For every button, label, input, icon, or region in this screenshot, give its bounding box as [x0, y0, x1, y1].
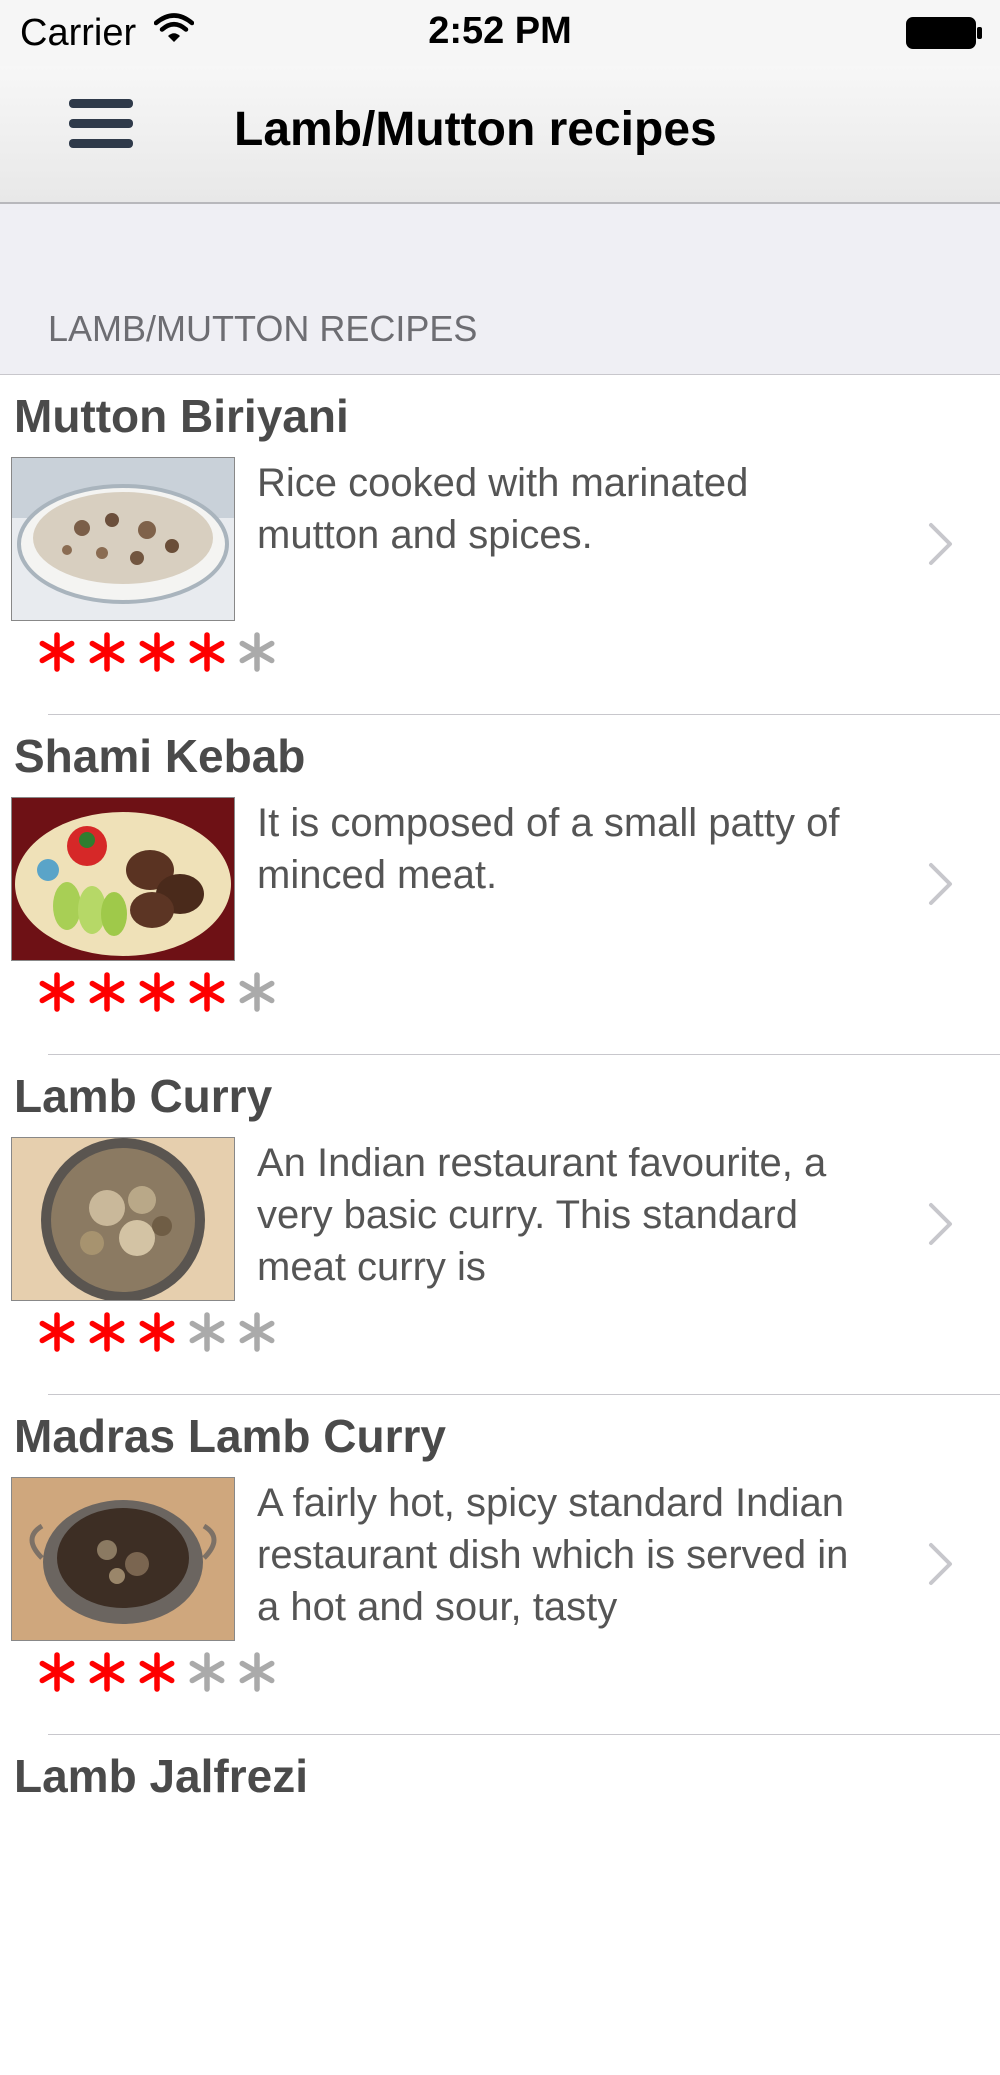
chevron-right-icon	[926, 1201, 956, 1252]
recipe-row-lamb-jalfrezi[interactable]: Lamb Jalfrezi	[0, 1735, 1000, 2075]
rating-star-filled-icon	[39, 972, 75, 1012]
menu-button[interactable]	[60, 92, 142, 160]
rating-star-filled-icon	[139, 972, 175, 1012]
hamburger-menu-icon	[67, 97, 135, 156]
recipe-description: Rice cooked with marinated mutton and sp…	[257, 461, 749, 557]
rating-star-filled-icon	[89, 1312, 125, 1352]
recipe-title: Lamb Curry	[14, 1070, 273, 1122]
rating-star-filled-icon	[89, 972, 125, 1012]
recipe-row-madras-lamb-curry[interactable]: Madras Lamb Curry A fairly hot, spicy st…	[0, 1395, 1000, 1735]
rating-star-filled-icon	[39, 1652, 75, 1692]
chevron-right-icon	[926, 1541, 956, 1592]
chevron-right-icon	[926, 521, 956, 572]
page-title: Lamb/Mutton recipes	[234, 103, 717, 156]
rating-star-filled-icon	[139, 632, 175, 672]
rating-star-empty-icon	[239, 1312, 275, 1352]
recipe-list: Mutton Biriyani Rice cooked with marinat…	[0, 375, 1000, 2075]
recipe-thumbnail	[11, 797, 235, 961]
clock: 2:52 PM	[428, 10, 572, 52]
rating-stars	[32, 967, 282, 1023]
rating-star-filled-icon	[189, 972, 225, 1012]
rating-star-empty-icon	[239, 1652, 275, 1692]
rating-star-filled-icon	[39, 1312, 75, 1352]
recipe-title: Lamb Jalfrezi	[14, 1750, 308, 1802]
recipe-row-shami-kebab[interactable]: Shami Kebab It is composed of a small pa…	[0, 715, 1000, 1055]
rating-star-filled-icon	[89, 1652, 125, 1692]
recipe-title: Shami Kebab	[14, 730, 306, 782]
recipe-thumbnail	[11, 1137, 235, 1301]
recipe-description: A fairly hot, spicy standard Indian rest…	[257, 1481, 849, 1629]
rating-star-empty-icon	[239, 632, 275, 672]
rating-star-filled-icon	[39, 632, 75, 672]
chevron-right-icon	[926, 861, 956, 912]
rating-star-empty-icon	[189, 1312, 225, 1352]
section-title: LAMB/MUTTON RECIPES	[48, 308, 478, 349]
recipe-description: An Indian restaurant favourite, a very b…	[257, 1141, 827, 1289]
rating-star-empty-icon	[189, 1652, 225, 1692]
recipe-row-mutton-biriyani[interactable]: Mutton Biriyani Rice cooked with marinat…	[0, 375, 1000, 715]
recipe-row-lamb-curry[interactable]: Lamb Curry An Indian restaurant favourit…	[0, 1055, 1000, 1395]
rating-star-filled-icon	[139, 1652, 175, 1692]
rating-stars	[32, 627, 282, 683]
rating-star-filled-icon	[89, 632, 125, 672]
recipe-description: It is composed of a small patty of mince…	[257, 801, 840, 897]
section-header: LAMB/MUTTON RECIPES	[0, 204, 1000, 375]
rating-star-filled-icon	[139, 1312, 175, 1352]
rating-stars	[32, 1647, 282, 1703]
navigation-bar: Lamb/Mutton recipes	[0, 66, 1000, 204]
recipe-thumbnail	[11, 457, 235, 621]
rating-star-empty-icon	[239, 972, 275, 1012]
status-bar: Carrier 2:52 PM	[0, 0, 1000, 66]
recipe-title: Mutton Biriyani	[14, 390, 349, 442]
recipe-thumbnail	[11, 1477, 235, 1641]
battery-icon	[905, 16, 985, 55]
rating-star-filled-icon	[189, 632, 225, 672]
rating-stars	[32, 1307, 282, 1363]
recipe-title: Madras Lamb Curry	[14, 1410, 447, 1462]
